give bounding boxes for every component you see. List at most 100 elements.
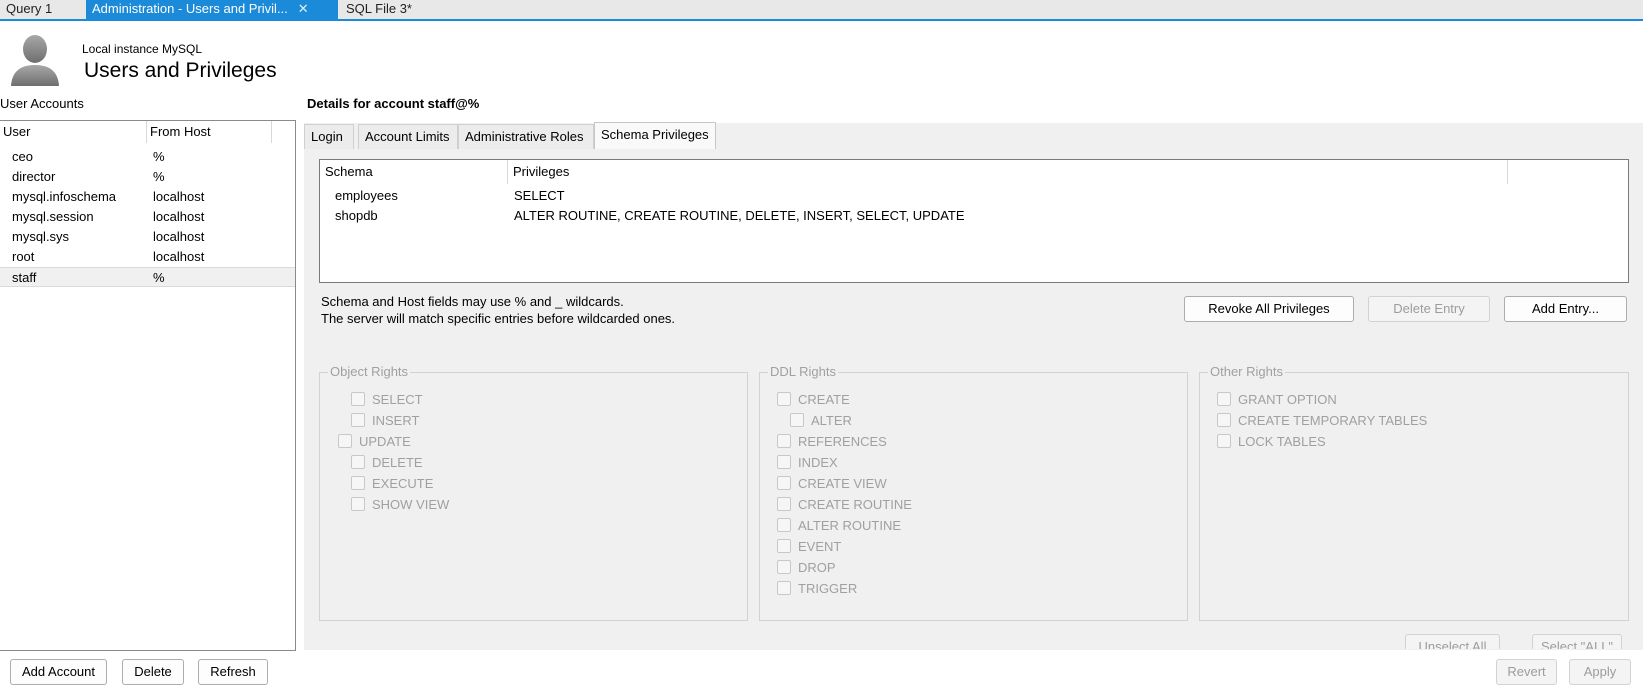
select-all-button[interactable]: Select "ALL": [1532, 634, 1622, 649]
tab-sql-file-3[interactable]: SQL File 3*: [340, 0, 418, 21]
table-row[interactable]: mysql.infoschema localhost: [0, 187, 295, 207]
host-cell: %: [153, 149, 165, 164]
match-order-hint: The server will match specific entries b…: [321, 311, 676, 326]
tab-label: Query 1: [6, 1, 53, 16]
delete-checkbox[interactable]: DELETE: [351, 455, 423, 473]
delete-entry-button[interactable]: Delete Entry: [1368, 296, 1490, 322]
checkbox-label: LOCK TABLES: [1238, 434, 1326, 449]
checkbox-icon: [790, 413, 804, 427]
alter-routine-checkbox[interactable]: ALTER ROUTINE: [777, 518, 901, 536]
checkbox-label: DROP: [798, 560, 836, 575]
checkbox-icon: [1217, 392, 1231, 406]
checkbox-icon: [777, 581, 791, 595]
create-routine-checkbox[interactable]: CREATE ROUTINE: [777, 497, 912, 515]
other-rights-title: Other Rights: [1208, 364, 1285, 379]
user-cell: mysql.infoschema: [12, 189, 117, 204]
delete-account-button[interactable]: Delete: [122, 659, 184, 685]
checkbox-icon: [351, 497, 365, 511]
refresh-button[interactable]: Refresh: [198, 659, 268, 685]
tab-query-1[interactable]: Query 1: [0, 0, 58, 21]
instance-label: Local instance MySQL: [82, 42, 203, 56]
table-row-selected[interactable]: staff%: [0, 267, 295, 287]
checkbox-icon: [351, 392, 365, 406]
column-header-user[interactable]: User: [0, 121, 147, 143]
privileges-cell: ALTER ROUTINE, CREATE ROUTINE, DELETE, I…: [514, 208, 965, 223]
trigger-checkbox[interactable]: TRIGGER: [777, 581, 857, 599]
schema-cell: employees: [335, 188, 398, 203]
checkbox-icon: [777, 392, 791, 406]
schema-cell: shopdb: [335, 208, 378, 223]
user-cell: staff: [12, 270, 37, 285]
host-cell: localhost: [153, 189, 205, 204]
tab-login[interactable]: Login: [304, 124, 354, 149]
apply-button[interactable]: Apply: [1569, 659, 1631, 685]
checkbox-icon: [777, 560, 791, 574]
host-cell: localhost: [153, 209, 205, 224]
privileges-cell: SELECT: [514, 188, 565, 203]
index-checkbox[interactable]: INDEX: [777, 455, 838, 473]
create-temporary-tables-checkbox[interactable]: CREATE TEMPORARY TABLES: [1217, 413, 1427, 431]
unselect-all-button[interactable]: Unselect All: [1405, 634, 1500, 649]
tab-schema-privileges[interactable]: Schema Privileges: [594, 122, 716, 149]
lock-tables-checkbox[interactable]: LOCK TABLES: [1217, 434, 1326, 452]
tab-administration[interactable]: Administration - Users and Privil... ✕: [86, 0, 338, 21]
tab-label: SQL File 3*: [346, 1, 412, 16]
table-row[interactable]: shopdb ALTER ROUTINE, CREATE ROUTINE, DE…: [320, 206, 1628, 226]
object-rights-group: Object Rights SELECT INSERT UPDATE DELET…: [319, 364, 748, 621]
add-entry-button[interactable]: Add Entry...: [1504, 296, 1627, 322]
schema-privileges-grid[interactable]: Schema Privileges employees SELECT shopd…: [319, 159, 1629, 283]
checkbox-icon: [351, 413, 365, 427]
host-cell: localhost: [153, 249, 205, 264]
user-cell: ceo: [12, 149, 33, 164]
table-row[interactable]: mysql.session localhost: [0, 207, 295, 227]
checkbox-icon: [351, 476, 365, 490]
close-icon[interactable]: ✕: [298, 1, 309, 16]
checkbox-label: INSERT: [372, 413, 420, 428]
add-account-button[interactable]: Add Account: [10, 659, 107, 685]
create-checkbox[interactable]: CREATE: [777, 392, 850, 410]
table-row[interactable]: ceo%: [0, 147, 295, 167]
references-checkbox[interactable]: REFERENCES: [777, 434, 887, 452]
checkbox-label: CREATE: [798, 392, 850, 407]
checkbox-label: EVENT: [798, 539, 842, 554]
checkbox-label: TRIGGER: [798, 581, 858, 596]
column-header-schema[interactable]: Schema: [320, 160, 508, 184]
ddl-rights-group: DDL Rights CREATE ALTER REFERENCES INDEX…: [759, 364, 1188, 621]
user-accounts-list[interactable]: User From Host ceo% director% mysql.info…: [0, 120, 296, 651]
create-view-checkbox[interactable]: CREATE VIEW: [777, 476, 887, 494]
user-cell: mysql.sys: [12, 229, 70, 244]
alter-checkbox[interactable]: ALTER: [790, 413, 852, 431]
table-row[interactable]: employees SELECT: [320, 186, 1628, 206]
revert-button[interactable]: Revert: [1496, 659, 1557, 685]
checkbox-icon: [777, 518, 791, 532]
checkbox-label: CREATE ROUTINE: [798, 497, 912, 512]
table-row[interactable]: director%: [0, 167, 295, 187]
user-avatar-icon: [11, 35, 59, 86]
checkbox-icon: [777, 539, 791, 553]
tab-administrative-roles[interactable]: Administrative Roles: [458, 124, 594, 149]
execute-checkbox[interactable]: EXECUTE: [351, 476, 433, 494]
tab-account-limits[interactable]: Account Limits: [358, 124, 458, 149]
select-checkbox[interactable]: SELECT: [351, 392, 423, 410]
checkbox-label: CREATE VIEW: [798, 476, 887, 491]
checkbox-label: UPDATE: [359, 434, 411, 449]
checkbox-icon: [1217, 434, 1231, 448]
grant-option-checkbox[interactable]: GRANT OPTION: [1217, 392, 1337, 410]
table-row[interactable]: root localhost: [0, 247, 295, 267]
event-checkbox[interactable]: EVENT: [777, 539, 841, 557]
table-row[interactable]: mysql.sys localhost: [0, 227, 295, 247]
drop-checkbox[interactable]: DROP: [777, 560, 836, 578]
update-checkbox[interactable]: UPDATE: [338, 434, 411, 452]
show-view-checkbox[interactable]: SHOW VIEW: [351, 497, 449, 515]
checkbox-icon: [777, 434, 791, 448]
insert-checkbox[interactable]: INSERT: [351, 413, 419, 431]
checkbox-icon: [777, 497, 791, 511]
tab-label: Administration - Users and Privil...: [92, 1, 288, 16]
checkbox-icon: [777, 455, 791, 469]
user-cell: mysql.session: [12, 209, 94, 224]
column-header-privileges[interactable]: Privileges: [508, 160, 1508, 184]
column-header-from-host[interactable]: From Host: [147, 121, 272, 143]
revoke-all-privileges-button[interactable]: Revoke All Privileges: [1184, 296, 1354, 322]
checkbox-icon: [1217, 413, 1231, 427]
host-cell: localhost: [153, 229, 205, 244]
